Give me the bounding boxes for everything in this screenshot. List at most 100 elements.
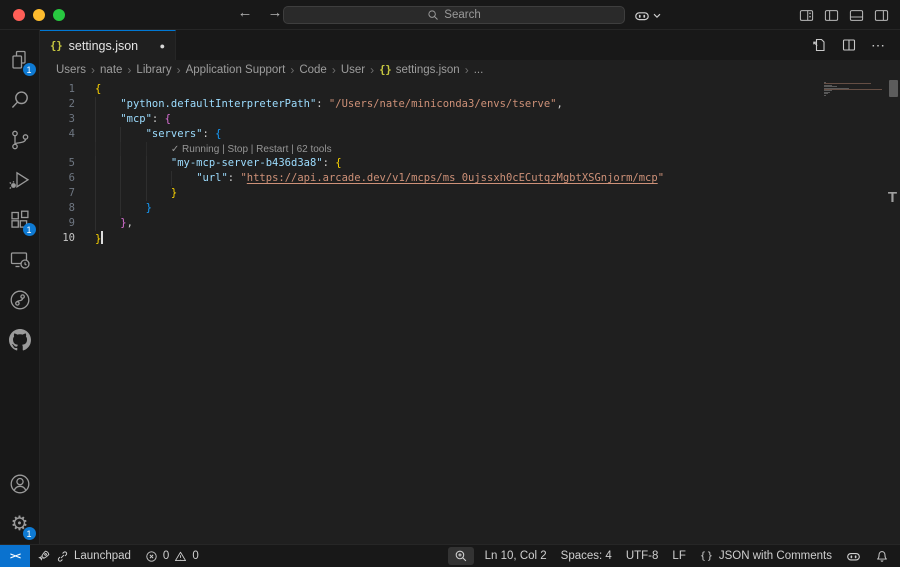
code-line[interactable]: 1{ (40, 82, 900, 97)
breadcrumb-item[interactable]: Code (299, 64, 327, 76)
line-content[interactable]: } (95, 186, 177, 201)
breadcrumb-separator: › (332, 63, 336, 77)
notifications-status-item[interactable] (868, 545, 900, 567)
sidebar-item-github[interactable] (0, 320, 40, 360)
line-content[interactable]: "servers": { (95, 127, 221, 142)
code-line[interactable]: 7} (40, 186, 900, 201)
line-content[interactable]: "my-mcp-server-b436d3a8": { (95, 156, 342, 171)
codelens-links[interactable]: ✓ Running | Stop | Restart | 62 tools (171, 144, 332, 155)
token-key: "my-mcp-server-b436d3a8" (171, 157, 323, 169)
line-content[interactable]: "mcp": { (95, 112, 171, 127)
sidebar-item-run-debug[interactable] (0, 160, 40, 200)
line-content[interactable]: ✓ Running | Stop | Restart | 62 tools (95, 142, 332, 156)
breadcrumb-item[interactable]: User (341, 64, 365, 76)
status-bar-right: Ln 10, Col 2 Spaces: 4 UTF-8 LF {} JSON … (448, 545, 900, 567)
code-line[interactable]: 10} (40, 231, 900, 246)
line-content[interactable]: }, (95, 216, 133, 231)
code-line[interactable]: 8} (40, 201, 900, 216)
minimap-line (824, 95, 826, 96)
indent-guide (95, 171, 120, 186)
encoding-status[interactable]: UTF-8 (619, 545, 666, 567)
toggle-primary-sidebar-icon[interactable] (824, 8, 839, 23)
line-content[interactable]: "python.defaultInterpreterPath": "/Users… (95, 97, 563, 112)
line-content[interactable]: } (95, 231, 103, 246)
minimize-window-button[interactable] (33, 9, 45, 21)
tab-label: settings.json (69, 39, 138, 53)
remote-explorer-icon (8, 248, 32, 272)
code-line[interactable]: 4"servers": { (40, 127, 900, 142)
breadcrumb-file[interactable]: {} settings.json (379, 64, 460, 76)
token-pn: , (557, 98, 563, 110)
code-editor[interactable]: 1{2"python.defaultInterpreterPath": "/Us… (40, 80, 900, 544)
code-line[interactable]: 5"my-mcp-server-b436d3a8": { (40, 156, 900, 171)
codelens[interactable]: ✓ Running | Stop | Restart | 62 tools (40, 142, 900, 156)
modified-dot-icon[interactable]: ● (160, 41, 165, 51)
zoom-status-item[interactable] (448, 547, 474, 565)
token-pn: : (203, 128, 216, 140)
back-icon[interactable]: ← (236, 4, 254, 21)
sidebar-item-search[interactable] (0, 80, 40, 120)
token-url: https://api.arcade.dev/v1/mcps/ms_0ujssx… (247, 172, 658, 184)
remote-indicator[interactable]: >< (0, 545, 30, 567)
code-line[interactable]: 2"python.defaultInterpreterPath": "/User… (40, 97, 900, 112)
breadcrumb-item[interactable]: nate (100, 64, 122, 76)
launchpad-status-item[interactable]: Launchpad (30, 545, 138, 567)
vscode-window: ← → Search (0, 0, 900, 567)
close-window-button[interactable] (13, 9, 25, 21)
account-button[interactable] (0, 464, 40, 504)
indent-guide (95, 186, 120, 201)
command-center-search[interactable]: Search (283, 6, 625, 24)
vertical-scrollbar[interactable] (889, 80, 898, 97)
indentation-status[interactable]: Spaces: 4 (554, 545, 619, 567)
breadcrumb-separator: › (177, 63, 181, 77)
sidebar-item-gitlens[interactable] (0, 280, 40, 320)
minimap[interactable] (824, 82, 884, 96)
indent-guide (95, 112, 120, 127)
copilot-status-item[interactable] (839, 545, 868, 567)
line-content[interactable]: { (95, 82, 101, 97)
gitlens-icon (8, 288, 32, 312)
more-actions-icon[interactable]: ⋯ (871, 37, 886, 54)
line-content[interactable]: "url": "https://api.arcade.dev/v1/mcps/m… (95, 171, 664, 186)
copilot-menu[interactable] (634, 8, 661, 24)
rocket-icon (37, 549, 51, 563)
breadcrumb-separator: › (290, 63, 294, 77)
indent-guide (120, 171, 145, 186)
line-number: 3 (40, 112, 95, 127)
tab-settings-json[interactable]: {} settings.json ● (40, 30, 176, 60)
breadcrumb-separator: › (91, 63, 95, 77)
forward-icon[interactable]: → (266, 4, 284, 21)
sidebar-item-remote-explorer[interactable] (0, 240, 40, 280)
settings-button[interactable]: ⚙ 1 (0, 504, 40, 544)
copilot-icon (846, 549, 861, 564)
breadcrumb-item[interactable]: Users (56, 64, 86, 76)
line-content[interactable]: } (95, 201, 152, 216)
toggle-secondary-sidebar-icon[interactable] (874, 8, 889, 23)
sidebar-item-extensions[interactable]: 1 (0, 200, 40, 240)
activity-bar: 1 (0, 30, 40, 544)
code-line[interactable]: 9}, (40, 216, 900, 231)
indent-guide (120, 186, 145, 201)
open-settings-ui-icon[interactable] (811, 37, 827, 53)
breadcrumb-symbol-trailing[interactable]: ... (474, 64, 484, 76)
token-pn: : (323, 157, 336, 169)
cursor-position-status[interactable]: Ln 10, Col 2 (478, 545, 554, 567)
indent-guide (120, 127, 145, 142)
customize-layout-icon[interactable] (799, 8, 814, 23)
eol-status[interactable]: LF (665, 545, 692, 567)
zoom-window-button[interactable] (53, 9, 65, 21)
sidebar-item-explorer[interactable]: 1 (0, 40, 40, 80)
token-key: "python.defaultInterpreterPath" (120, 98, 316, 110)
spaces-label: Spaces: 4 (561, 550, 612, 562)
problems-status-item[interactable]: 0 0 (138, 545, 206, 567)
copilot-icon (634, 8, 650, 24)
breadcrumb-item[interactable]: Application Support (186, 64, 286, 76)
error-count: 0 (163, 550, 169, 562)
language-mode-status[interactable]: {} JSON with Comments (693, 545, 839, 567)
code-line[interactable]: 3"mcp": { (40, 112, 900, 127)
sidebar-item-source-control[interactable] (0, 120, 40, 160)
breadcrumb-item[interactable]: Library (136, 64, 171, 76)
code-line[interactable]: 6"url": "https://api.arcade.dev/v1/mcps/… (40, 171, 900, 186)
split-editor-icon[interactable] (841, 37, 857, 53)
toggle-panel-icon[interactable] (849, 8, 864, 23)
